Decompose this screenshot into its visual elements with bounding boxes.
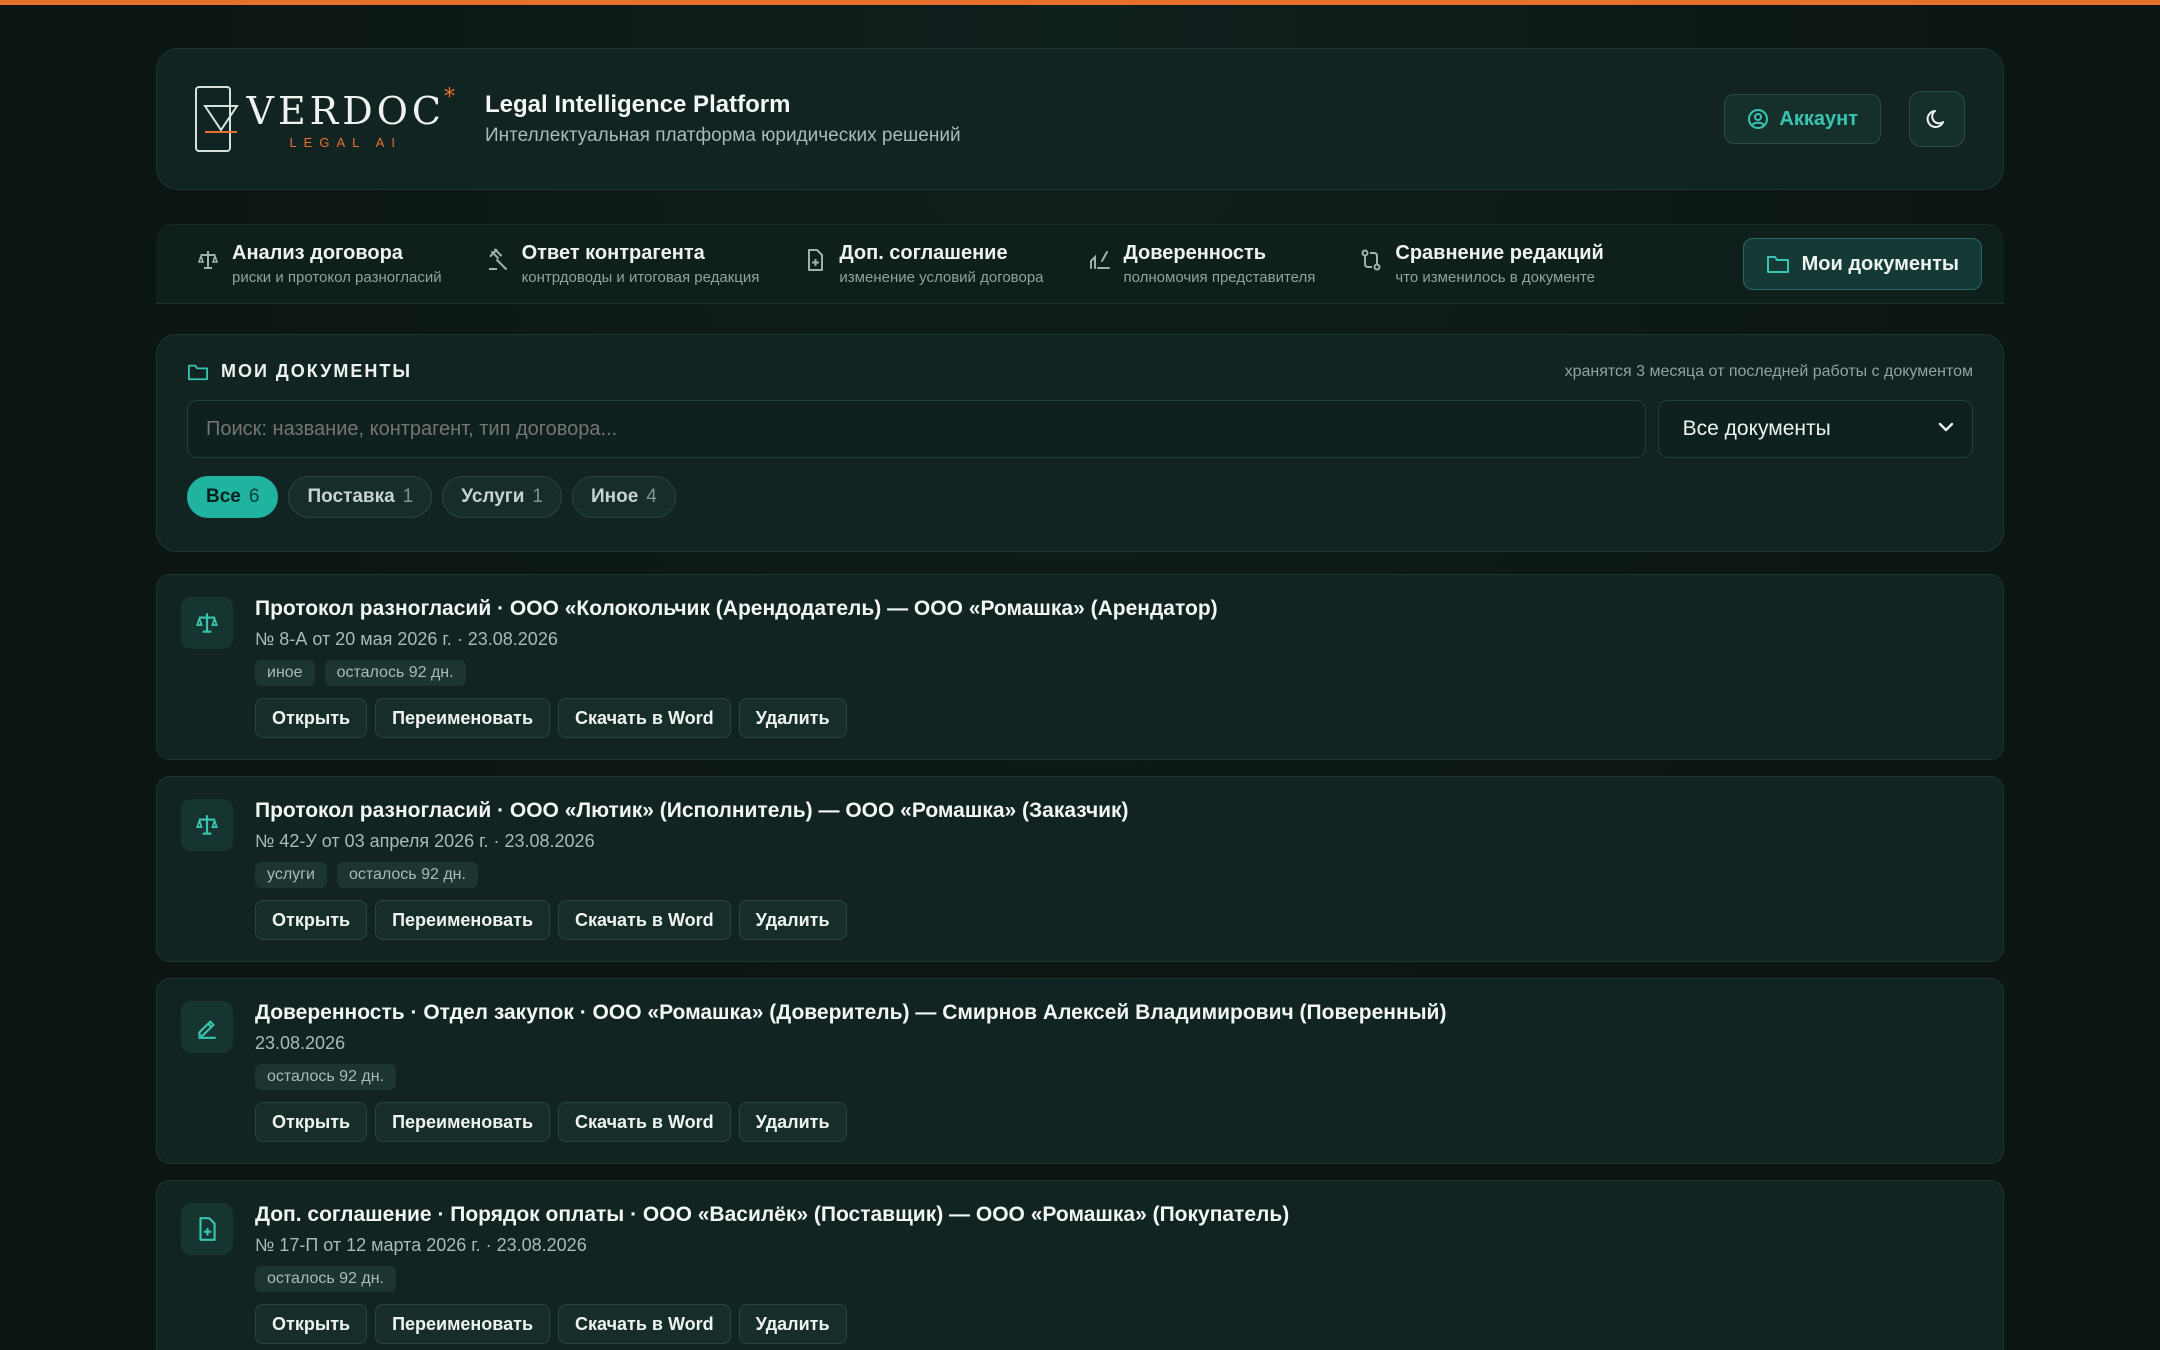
delete-button[interactable]: Удалить — [738, 1102, 847, 1142]
rename-button[interactable]: Переименовать — [375, 698, 551, 738]
file-plus-icon — [181, 1203, 233, 1255]
document-meta: 23.08.2026 — [255, 1033, 346, 1053]
document-type-tag: услуги — [255, 862, 327, 888]
pen-icon — [181, 1001, 233, 1053]
scales-icon — [181, 799, 233, 851]
chip-label: Иное — [590, 486, 639, 507]
app-title: Legal Intelligence Platform — [485, 91, 791, 118]
document-meta: № 42-У от 03 апреля 2026 г. · 23.08.2026 — [255, 831, 595, 851]
chip-label: Услуги — [461, 486, 525, 507]
tab-sublabel: что изменилось в документе — [1395, 269, 1596, 286]
document-card: Протокол разногласий · ООО «Лютик» (Испо… — [156, 776, 2004, 962]
tab-power-of-attorney[interactable]: Доверенность полномочия представителя — [1088, 242, 1316, 286]
brand-block: Legal Intelligence Platform Интеллектуал… — [485, 91, 961, 147]
document-card: Протокол разногласий · ООО «Колокольчик … — [156, 574, 2004, 760]
retention-tag: осталось 92 дн. — [336, 862, 478, 888]
document-meta: № 17-П от 12 марта 2026 г. · 23.08.2026 — [255, 1235, 587, 1255]
tab-sublabel: полномочия представителя — [1123, 269, 1316, 286]
retention-note: хранятся 3 месяца от последней работы с … — [1564, 362, 1973, 380]
tab-sublabel: изменение условий договора — [839, 269, 1044, 286]
document-title[interactable]: Протокол разногласий · ООО «Лютик» (Испо… — [255, 799, 2003, 823]
retention-tag: осталось 92 дн. — [324, 660, 466, 686]
account-label: Аккаунт — [1779, 107, 1858, 130]
page: VERDOC * LEGAL AI Legal Intelligence Plat… — [156, 48, 2004, 1350]
chip-all[interactable]: Все 6 — [187, 476, 279, 518]
logo-mark-icon — [195, 86, 239, 152]
tab-sublabel: контрдоводы и итоговая редакция — [521, 269, 760, 286]
folder-icon — [1766, 256, 1789, 273]
chip-services[interactable]: Услуги 1 — [442, 476, 562, 518]
download-word-button[interactable]: Скачать в Word — [558, 1102, 731, 1142]
tab-bar: Анализ договора риски и протокол разногл… — [156, 224, 2004, 304]
tab-label: Сравнение редакций — [1395, 242, 1604, 264]
delete-button[interactable]: Удалить — [738, 900, 847, 940]
download-word-button[interactable]: Скачать в Word — [558, 698, 731, 738]
document-card: Доверенность · Отдел закупок · ООО «Рома… — [156, 978, 2004, 1164]
moon-icon — [1926, 110, 1944, 128]
chip-count: 1 — [532, 486, 543, 507]
document-meta: № 8-А от 20 мая 2026 г. · 23.08.2026 — [255, 629, 558, 649]
logo-word: VERDOC — [246, 88, 445, 133]
tab-supplementary-agreement[interactable]: Доп. соглашение изменение условий догово… — [803, 242, 1044, 286]
tab-label: Ответ контрагента — [521, 242, 705, 264]
rename-button[interactable]: Переименовать — [375, 1304, 551, 1344]
chip-count: 4 — [646, 486, 657, 507]
app-header: VERDOC * LEGAL AI Legal Intelligence Plat… — [156, 48, 2004, 190]
chip-count: 6 — [248, 486, 260, 507]
file-plus-icon — [808, 249, 824, 271]
open-button[interactable]: Открыть — [255, 900, 368, 940]
tab-label: Анализ договора — [232, 242, 403, 264]
chevron-down-icon — [1938, 422, 1954, 432]
panel-title: МОИ ДОКУМЕНТЫ — [221, 361, 413, 381]
tab-my-documents[interactable]: Мои документы — [1742, 238, 1982, 290]
search-input[interactable] — [187, 400, 1646, 458]
chip-label: Поставка — [307, 486, 395, 507]
scales-icon — [197, 251, 219, 269]
logo-subtitle: LEGAL AI — [289, 134, 403, 150]
filter-selected-value: Все документы — [1682, 417, 1831, 440]
document-card: Доп. соглашение · Порядок оплаты · ООО «… — [156, 1180, 2004, 1350]
document-filter-select[interactable]: Все документы — [1657, 400, 1973, 458]
logo[interactable]: VERDOC * LEGAL AI — [195, 85, 455, 152]
document-type-tag: иное — [255, 660, 315, 686]
scales-icon — [181, 597, 233, 649]
delete-button[interactable]: Удалить — [738, 698, 847, 738]
tab-sublabel: риски и протокол разногласий — [232, 269, 442, 286]
tab-compare-versions[interactable]: Сравнение редакций что изменилось в доку… — [1359, 242, 1604, 286]
folder-icon — [188, 364, 208, 380]
retention-tag: осталось 92 дн. — [255, 1266, 396, 1292]
tab-label: Мои документы — [1801, 252, 1959, 275]
open-button[interactable]: Открыть — [255, 698, 368, 738]
chip-other[interactable]: Иное 4 — [571, 476, 676, 518]
theme-toggle-button[interactable] — [1909, 91, 1965, 147]
download-word-button[interactable]: Скачать в Word — [558, 1304, 731, 1344]
signature-icon — [1089, 251, 1110, 269]
delete-button[interactable]: Удалить — [738, 1304, 847, 1344]
logo-star-icon: * — [444, 84, 459, 110]
rename-button[interactable]: Переименовать — [375, 900, 551, 940]
chip-count: 1 — [402, 486, 414, 507]
compare-icon — [1361, 249, 1381, 271]
tab-contract-analysis[interactable]: Анализ договора риски и протокол разногл… — [196, 242, 442, 286]
category-chips: Все 6 Поставка 1 Услуги 1 Иное 4 — [187, 476, 1973, 518]
account-button[interactable]: Аккаунт — [1724, 94, 1881, 144]
documents-panel: МОИ ДОКУМЕНТЫ хранятся 3 месяца от после… — [156, 334, 2004, 552]
retention-tag: осталось 92 дн. — [255, 1064, 396, 1090]
open-button[interactable]: Открыть — [255, 1304, 368, 1344]
user-circle-icon — [1748, 109, 1769, 129]
open-button[interactable]: Открыть — [255, 1102, 368, 1142]
download-word-button[interactable]: Скачать в Word — [558, 900, 731, 940]
document-title[interactable]: Доп. соглашение · Порядок оплаты · ООО «… — [255, 1203, 2003, 1227]
document-title[interactable]: Протокол разногласий · ООО «Колокольчик … — [255, 597, 2003, 621]
tab-counterparty-response[interactable]: Ответ контрагента контрдоводы и итоговая… — [486, 242, 760, 286]
tab-label: Доверенность — [1123, 242, 1267, 264]
rename-button[interactable]: Переименовать — [375, 1102, 551, 1142]
document-title[interactable]: Доверенность · Отдел закупок · ООО «Рома… — [255, 1001, 2003, 1025]
gavel-icon — [488, 248, 507, 270]
chip-supply[interactable]: Поставка 1 — [288, 476, 433, 518]
app-subtitle: Интеллектуальная платформа юридических р… — [485, 125, 961, 146]
tab-label: Доп. соглашение — [839, 242, 1008, 264]
chip-label: Все — [206, 486, 241, 507]
